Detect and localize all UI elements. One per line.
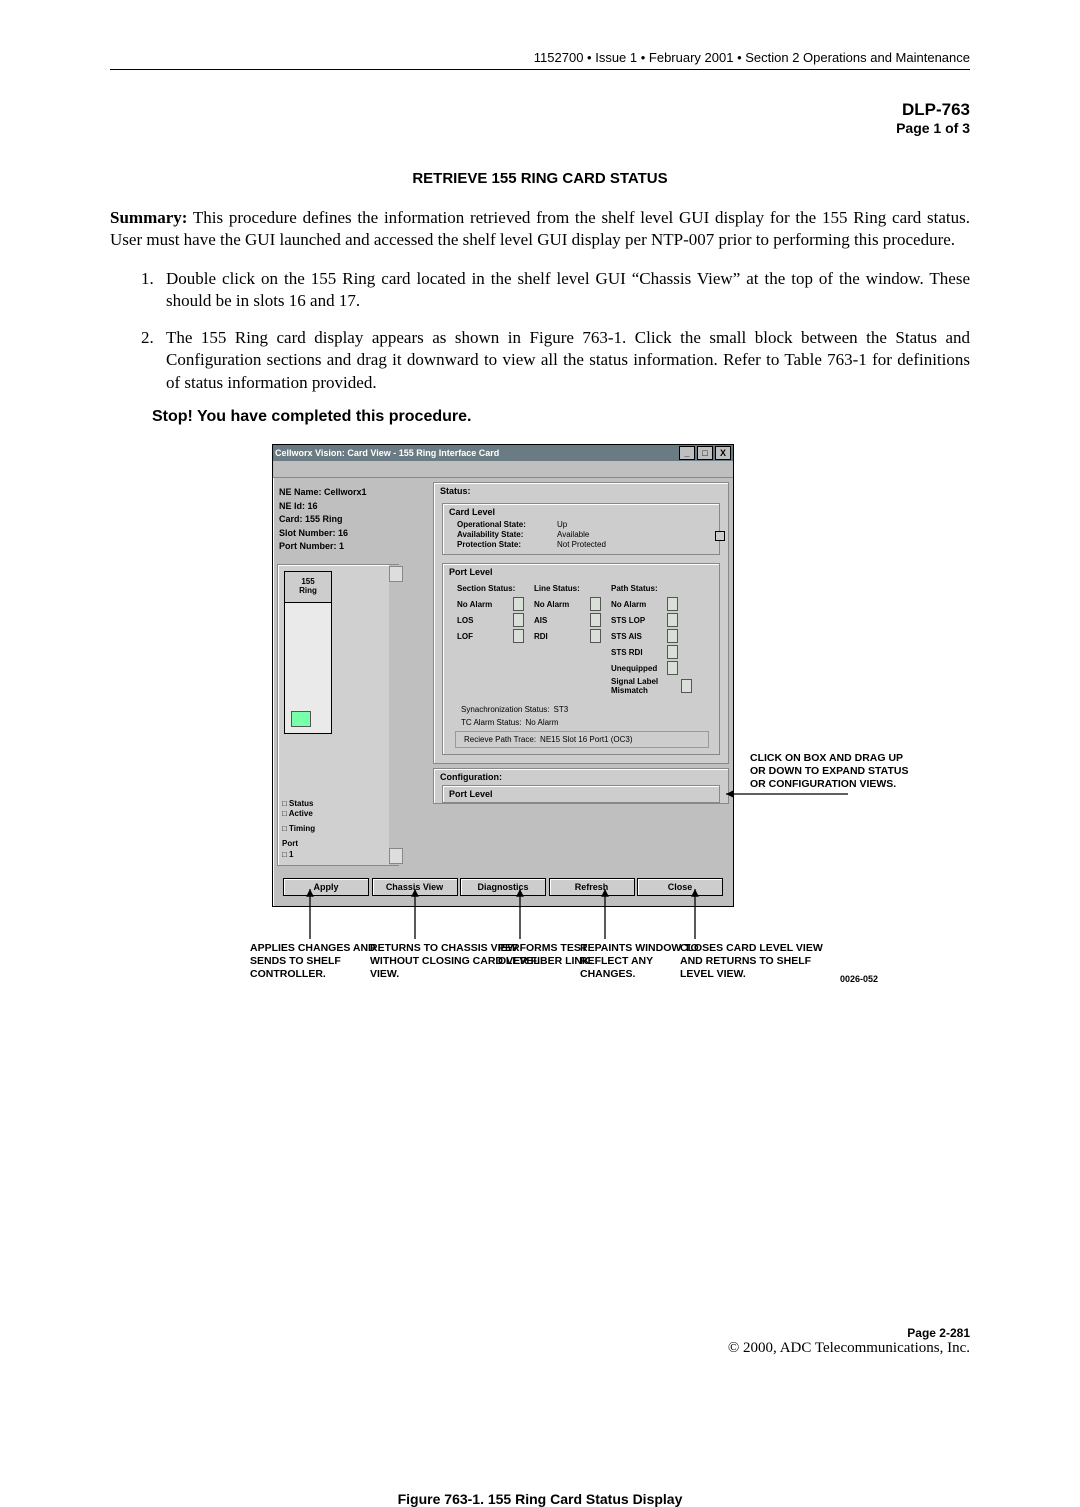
card-level-panel: Card Level Operational State:Up Availabi… [442,503,720,555]
dlp-number: DLP-763 [110,100,970,120]
chassis-view-button[interactable]: Chassis View [372,878,458,896]
led-icon [667,597,678,611]
header-line: 1152700 • Issue 1 • February 2001 • Sect… [110,50,970,65]
figure-ref-number: 0026-052 [840,974,878,985]
maximize-button[interactable]: □ [697,446,713,460]
section-status-col: Section Status: No Alarm LOS LOF [457,584,524,697]
step-list: Double click on the 155 Ring card locate… [110,268,970,394]
slot-legend: □ Status □ Active □ Timing Port □ 1 [282,799,315,861]
led-icon [681,679,692,693]
close-window-button[interactable]: X [715,446,731,460]
header-rule [110,69,970,70]
summary-text: This procedure defines the information r… [110,208,970,249]
ne-info: NE Name: Cellworx1 NE Id: 16 Card: 155 R… [277,482,427,558]
apply-button[interactable]: Apply [283,878,369,896]
diagnostics-button[interactable]: Diagnostics [460,878,546,896]
configuration-panel: Configuration: Port Level [433,768,729,804]
close-button[interactable]: Close [637,878,723,896]
led-icon [590,629,601,643]
led-icon [513,613,524,627]
led-icon [667,645,678,659]
page-of: Page 1 of 3 [110,120,970,136]
gui-titlebar[interactable]: Cellworx Vision: Card View - 155 Ring In… [273,445,733,461]
slot-box: 155Ring □ Status □ Active □ Timing Port … [277,564,399,866]
step-1: Double click on the 155 Ring card locate… [158,268,970,313]
summary-label: Summary: [110,208,187,227]
summary-paragraph: Summary: This procedure defines the info… [110,207,970,252]
led-icon [513,629,524,643]
step-2: The 155 Ring card display appears as sho… [158,327,970,394]
stop-line: Stop! You have completed this procedure. [152,408,970,426]
footer-page-number: Page 2-281 [110,1326,970,1340]
callout-close: CLOSES CARD LEVEL VIEW AND RETURNS TO SH… [680,942,840,981]
port-level-panel: Port Level Section Status: No Alarm LOS … [442,563,720,755]
doc-title: RETRIEVE 155 RING CARD STATUS [110,170,970,187]
card-label: 155Ring [284,571,332,603]
figure-caption: Figure 763-1. 155 Ring Card Status Displ… [180,931,900,1507]
led-icon [667,613,678,627]
slot-scrollbar[interactable] [389,565,401,865]
gui-title: Cellworx Vision: Card View - 155 Ring In… [275,448,499,458]
status-title: Status: [434,483,728,499]
path-status-col: Path Status: No Alarm STS LOP STS AIS ST… [611,584,692,697]
callout-drag: CLICK ON BOX AND DRAG UP OR DOWN TO EXPA… [750,752,920,791]
page-footer: Page 2-281 © 2000, ADC Telecommunication… [110,1326,970,1357]
led-icon [513,597,524,611]
line-status-col: Line Status: No Alarm AIS RDI [534,584,601,697]
led-icon [590,613,601,627]
button-row: Apply Chassis View Diagnostics Refresh C… [273,870,733,906]
refresh-button[interactable]: Refresh [549,878,635,896]
gui-window: Cellworx Vision: Card View - 155 Ring In… [272,444,734,907]
led-icon [667,661,678,675]
port-socket-icon [291,711,311,727]
led-icon [590,597,601,611]
led-icon [667,629,678,643]
status-panel: Status: Card Level Operational State:Up … [433,482,729,764]
minimize-button[interactable]: _ [679,446,695,460]
gui-menubar[interactable] [273,461,733,478]
drag-handle-top[interactable] [715,531,725,541]
footer-copyright: © 2000, ADC Telecommunications, Inc. [110,1340,970,1357]
